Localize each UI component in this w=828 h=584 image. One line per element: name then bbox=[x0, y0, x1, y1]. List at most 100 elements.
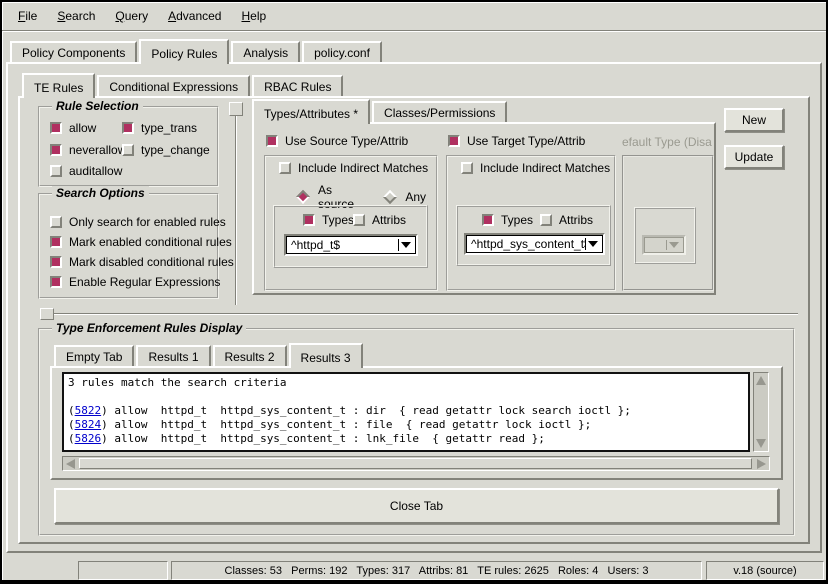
status-version-panel: v.18 (source) bbox=[706, 561, 824, 580]
update-button[interactable]: Update bbox=[724, 145, 784, 169]
criteria-tab-bar: Types/Attributes *Classes/Permissions bbox=[252, 99, 509, 122]
scroll-down-icon[interactable] bbox=[755, 437, 767, 450]
tab-types-attributes[interactable]: Types/Attributes * bbox=[252, 99, 370, 124]
source-types-indicator bbox=[303, 214, 315, 226]
main-tab-bar: Policy ComponentsPolicy RulesAnalysispol… bbox=[10, 37, 384, 62]
rule-neverallow-checkbox[interactable]: neverallow bbox=[50, 143, 126, 157]
tab-empty-tab[interactable]: Empty Tab bbox=[54, 345, 134, 366]
menu-query[interactable]: Query bbox=[105, 2, 158, 29]
results-title: Type Enforcement Rules Display bbox=[52, 321, 246, 335]
results-textarea[interactable]: 3 rules match the search criteria (5822)… bbox=[62, 372, 750, 452]
hscroll-thumb[interactable] bbox=[79, 458, 752, 469]
target-types-indicator bbox=[482, 214, 494, 226]
option-only-search-for-enabled-rules-checkbox[interactable]: Only search for enabled rules bbox=[50, 215, 226, 229]
tab-analysis[interactable]: Analysis bbox=[231, 41, 300, 62]
source-types-label: Types bbox=[322, 213, 354, 227]
main-notebook-body: TE RulesConditional ExpressionsRBAC Rule… bbox=[6, 62, 822, 553]
rule-auditallow-checkbox[interactable]: auditallow bbox=[50, 164, 122, 178]
source-types-checkbox[interactable]: Types bbox=[303, 213, 354, 227]
results-hscrollbar[interactable] bbox=[62, 456, 770, 471]
rule-type-trans-checkbox[interactable]: type_trans bbox=[122, 121, 197, 135]
rule-id-link[interactable]: 5824 bbox=[75, 418, 102, 431]
checkbox-label: neverallow bbox=[69, 143, 126, 157]
target-indirect-label: Include Indirect Matches bbox=[480, 161, 610, 175]
source-frame: Include Indirect Matches As sourceAny Ty… bbox=[264, 155, 438, 291]
default-type-inner-frame bbox=[634, 207, 696, 264]
default-combo-arrow-icon bbox=[666, 240, 681, 250]
tab-results-2[interactable]: Results 2 bbox=[213, 345, 287, 366]
checkbox-label: auditallow bbox=[69, 164, 122, 178]
rule-line: (5822) allow httpd_t httpd_sys_content_t… bbox=[68, 404, 748, 418]
source-attribs-checkbox[interactable]: Attribs bbox=[353, 213, 406, 227]
results-vscrollbar[interactable] bbox=[753, 372, 769, 452]
vertical-sash-handle[interactable] bbox=[229, 102, 243, 116]
results-frame: Type Enforcement Rules Display Empty Tab… bbox=[38, 328, 795, 536]
default-type-combobox bbox=[642, 235, 686, 255]
rule-allow-checkbox[interactable]: allow bbox=[50, 121, 96, 135]
results-summary: 3 rules match the search criteria bbox=[68, 376, 748, 390]
source-indirect-indicator bbox=[279, 162, 291, 174]
checkbox-indicator bbox=[50, 236, 62, 248]
use-target-label: Use Target Type/Attrib bbox=[467, 134, 585, 148]
rule-selection-title: Rule Selection bbox=[52, 99, 143, 113]
source-types-frame: Types Attribs ^httpd_t$ bbox=[273, 205, 428, 268]
target-type-combobox[interactable]: ^httpd_sys_content_t$ bbox=[464, 233, 605, 255]
source-indirect-label: Include Indirect Matches bbox=[298, 161, 428, 175]
tab-classes-permissions[interactable]: Classes/Permissions bbox=[372, 101, 507, 122]
target-frame: Include Indirect Matches Types Attribs ^… bbox=[446, 155, 616, 291]
rule-id-link[interactable]: 5822 bbox=[75, 404, 102, 417]
checkbox-indicator bbox=[50, 276, 62, 288]
default-type-frame bbox=[622, 155, 714, 291]
horizontal-sash-handle[interactable] bbox=[40, 308, 54, 320]
scroll-up-icon[interactable] bbox=[755, 374, 767, 387]
tab-te-rules[interactable]: TE Rules bbox=[22, 73, 95, 98]
checkbox-label: Mark disabled conditional rules bbox=[69, 255, 234, 269]
menu-file[interactable]: File bbox=[8, 2, 47, 29]
source-indirect-checkbox[interactable]: Include Indirect Matches bbox=[279, 161, 428, 175]
source-combo-arrow-icon[interactable] bbox=[398, 239, 413, 251]
target-attribs-indicator bbox=[540, 214, 552, 226]
tab-results-1[interactable]: Results 1 bbox=[136, 345, 210, 366]
tab-rbac-rules[interactable]: RBAC Rules bbox=[252, 75, 343, 96]
status-message-panel bbox=[78, 561, 168, 580]
option-enable-regular-expressions-checkbox[interactable]: Enable Regular Expressions bbox=[50, 275, 220, 289]
checkbox-label: allow bbox=[69, 121, 96, 135]
target-types-frame: Types Attribs ^httpd_sys_content_t$ bbox=[456, 205, 611, 266]
tab-results-3[interactable]: Results 3 bbox=[289, 343, 363, 368]
blank-line bbox=[68, 390, 748, 404]
target-attribs-label: Attribs bbox=[559, 213, 593, 227]
rule-id-link[interactable]: 5826 bbox=[75, 432, 102, 445]
scroll-left-icon[interactable] bbox=[64, 458, 77, 469]
radio-any[interactable]: Any bbox=[383, 190, 426, 204]
apol-window: FileSearchQueryAdvancedHelp Policy Compo… bbox=[0, 0, 828, 584]
tab-policy-components[interactable]: Policy Components bbox=[10, 41, 137, 62]
tab-policy-conf[interactable]: policy.conf bbox=[302, 41, 382, 62]
target-types-checkbox[interactable]: Types bbox=[482, 213, 533, 227]
new-button[interactable]: New bbox=[724, 108, 784, 132]
menu-search[interactable]: Search bbox=[47, 2, 105, 29]
tab-conditional-expressions[interactable]: Conditional Expressions bbox=[97, 75, 250, 96]
use-source-checkbox[interactable]: Use Source Type/Attrib bbox=[266, 134, 408, 148]
menu-help[interactable]: Help bbox=[231, 2, 276, 29]
checkbox-label: Enable Regular Expressions bbox=[69, 275, 220, 289]
use-target-checkbox[interactable]: Use Target Type/Attrib bbox=[448, 134, 585, 148]
option-mark-enabled-conditional-rules-checkbox[interactable]: Mark enabled conditional rules bbox=[50, 235, 232, 249]
search-options-title: Search Options bbox=[52, 186, 149, 200]
target-combo-arrow-icon[interactable] bbox=[585, 238, 600, 250]
target-indirect-checkbox[interactable]: Include Indirect Matches bbox=[461, 161, 610, 175]
close-tab-button[interactable]: Close Tab bbox=[54, 488, 779, 524]
source-type-value[interactable]: ^httpd_t$ bbox=[286, 236, 416, 254]
source-attribs-indicator bbox=[353, 214, 365, 226]
checkbox-indicator bbox=[50, 216, 62, 228]
target-type-value[interactable]: ^httpd_sys_content_t$ bbox=[466, 235, 603, 253]
rule-type-change-checkbox[interactable]: type_change bbox=[122, 143, 210, 157]
source-type-combobox[interactable]: ^httpd_t$ bbox=[284, 234, 418, 256]
target-attribs-checkbox[interactable]: Attribs bbox=[540, 213, 593, 227]
menu-advanced[interactable]: Advanced bbox=[158, 2, 231, 29]
checkbox-label: type_change bbox=[141, 143, 210, 157]
option-mark-disabled-conditional-rules-checkbox[interactable]: Mark disabled conditional rules bbox=[50, 255, 234, 269]
checkbox-indicator bbox=[50, 256, 62, 268]
scroll-right-icon[interactable] bbox=[755, 458, 768, 469]
tab-policy-rules[interactable]: Policy Rules bbox=[139, 39, 229, 64]
results-tab-body: 3 rules match the search criteria (5822)… bbox=[50, 366, 783, 480]
